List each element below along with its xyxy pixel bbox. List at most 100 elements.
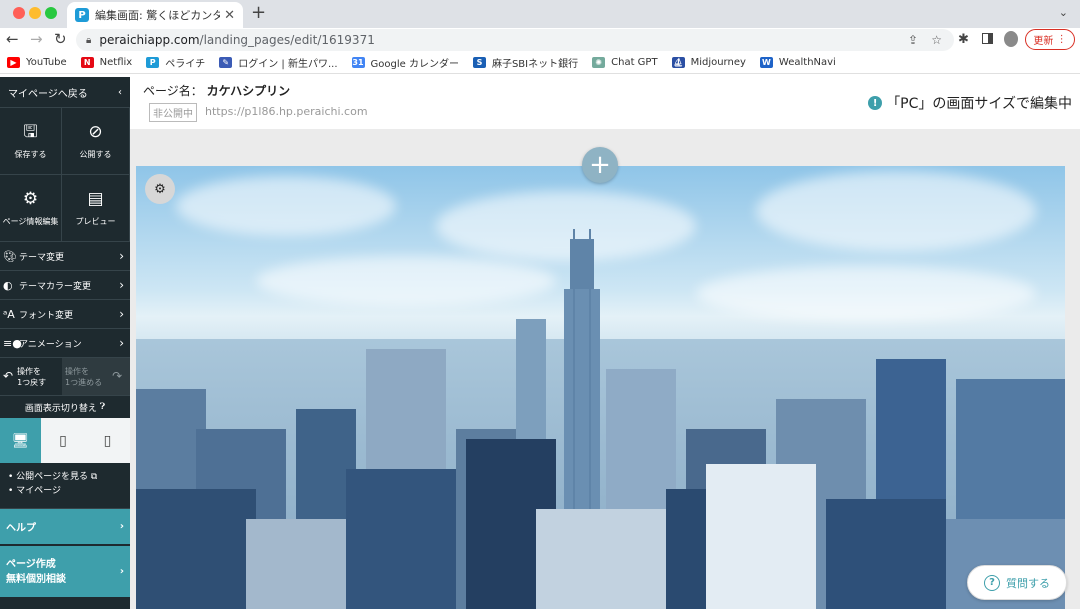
new-tab-button[interactable]: + [251,4,266,22]
help-question-icon[interactable]: ❓︎ [100,402,105,412]
palette-icon: 🎨︎ [3,249,17,263]
ask-question-label: 質問する [1006,576,1050,590]
help-button[interactable]: ヘルプ › [0,509,130,546]
smartphone-view-button[interactable]: ▯ [85,418,130,463]
back-button[interactable]: ← [6,30,19,48]
page-name: ページ名： カケハシプリン [143,82,290,99]
browser-tab[interactable]: P 編集画面: 驚くほどカンタン！無料 ✕ [67,2,243,28]
undo-label-2: 1つ戻す [17,377,47,387]
preview-button[interactable]: ▤ プレビュー [62,175,130,242]
display-switch-label: 画面表示切り替え [24,403,97,414]
bookmark-label: YouTube [26,57,67,68]
update-button[interactable]: 更新 ⋮ [1025,29,1075,50]
bank-icon: S [472,57,486,68]
address-toolbar: ← → ↻ 🔒︎ peraichiapp.com/landing_pages/e… [0,28,1080,52]
bookmark-item[interactable]: ✺ Chat GPT [592,57,658,68]
redo-button[interactable]: 操作を 1つ進める ↷ [62,358,130,395]
theme-color-change-item[interactable]: ◐ テーマカラー変更 › [0,271,130,300]
display-switch-title: 画面表示切り替え ❓︎ [0,396,130,418]
bookmark-star-icon[interactable]: ☆ [931,33,942,47]
page-info-edit-button[interactable]: ⚙ ページ情報編集 [0,175,62,242]
side-panel-icon[interactable] [982,33,993,44]
bookmark-item[interactable]: ✎ ログイン | 新生パワ... [219,55,338,70]
save-button[interactable]: 🖫 保存する [0,108,62,175]
ask-question-button[interactable]: ? 質問する [967,565,1067,600]
bookmark-label: Netflix [99,57,133,68]
chatgpt-icon: ✺ [592,57,606,68]
url-host: peraichiapp.com [99,33,200,47]
publish-icon: ⊘ [88,121,103,142]
editor-sidebar: マイページへ戻る ‹ 🖫 保存する ⊘ 公開する ⚙ ページ情報編集 ▤ プレビ… [0,77,130,609]
lock-icon: 🔒︎ [86,34,92,46]
pc-view-button[interactable]: 🖥︎ [0,418,41,463]
tab-title: 編集画面: 驚くほどカンタン！無料 [95,9,221,22]
extensions-icon[interactable]: ✱ [958,32,969,47]
block-settings-button[interactable]: ⚙ [145,174,175,204]
page-info-edit-label: ページ情報編集 [2,216,59,226]
animation-label: アニメーション [19,339,82,350]
help-label: ヘルプ [6,523,36,534]
tab-search-chevron-icon[interactable]: ⌄ [1059,6,1068,19]
consultation-button[interactable]: ページ作成無料個別相談 › [0,546,130,597]
consult-label-2: 無料個別相談 [6,573,66,585]
bookmark-item[interactable]: ⛵︎ Midjourney [671,57,746,68]
chevron-right-icon: › [119,336,124,350]
bookmark-item[interactable]: S 麻子SBIネット銀行 [472,55,579,70]
minimize-window-button[interactable] [29,7,41,19]
animation-item[interactable]: ≡● アニメーション › [0,329,130,358]
theme-change-item[interactable]: 🎨︎ テーマ変更 › [0,242,130,271]
chevron-left-icon: ‹ [118,86,122,98]
undo-icon: ↶ [3,369,14,383]
publish-button[interactable]: ⊘ 公開する [62,108,130,175]
url-path: /landing_pages/edit/1619371 [199,33,375,47]
consult-label-1: ページ作成 [6,558,56,570]
redo-icon: ↷ [112,369,123,383]
bookmark-label: Chat GPT [611,57,658,68]
share-icon[interactable]: ⇪ [908,33,918,47]
animation-icon: ≡● [3,336,22,350]
view-public-page-link[interactable]: • 公開ページを見る ⧉ [8,470,122,484]
page-name-value: カケハシプリン [206,84,291,98]
tablet-view-button[interactable]: ▯ [41,418,85,463]
save-label: 保存する [14,149,47,159]
chevron-right-icon: › [119,249,124,263]
mypage-label: マイページ [16,486,61,496]
bookmark-label: Google カレンダー [370,59,459,70]
reload-button[interactable]: ↻ [54,30,67,48]
bookmark-item[interactable]: ▶ YouTube [7,57,67,68]
bookmark-label: 麻子SBIネット銀行 [491,59,579,70]
hero-image[interactable] [136,166,1065,609]
add-section-button[interactable]: + [582,147,618,183]
bookmark-item[interactable]: W WealthNavi [759,57,836,68]
url-input[interactable]: 🔒︎ peraichiapp.com/landing_pages/edit/16… [76,29,954,51]
back-to-mypage-button[interactable]: マイページへ戻る ‹ [0,77,130,108]
close-window-button[interactable] [13,7,25,19]
calendar-icon: 31 [351,57,365,68]
tablet-icon: ▯ [59,432,67,449]
font-change-item[interactable]: ᵃA フォント変更 › [0,300,130,329]
undo-label-1: 操作を [17,366,42,376]
page-url[interactable]: https://p1l86.hp.peraichi.com [205,105,368,118]
chevron-right-icon: › [119,566,124,577]
chevron-right-icon: › [119,307,124,321]
view-public-page-label: 公開ページを見る [16,472,88,482]
bookmark-label: WealthNavi [778,57,836,68]
close-tab-icon[interactable]: ✕ [224,8,235,23]
gear-icon: ⚙ [22,188,39,209]
chevron-right-icon: › [119,278,124,292]
editor-canvas: ページ名： カケハシプリン 非公開中 https://p1l86.hp.pera… [130,77,1080,609]
bookmark-item[interactable]: P ペライチ [146,55,205,70]
zoom-window-button[interactable] [45,7,57,19]
gear-icon: ⚙ [154,181,166,197]
mypage-link[interactable]: • マイページ [8,484,122,498]
undo-button[interactable]: ↶ 操作を 1つ戻す [0,358,62,395]
netflix-icon: N [80,57,94,68]
bookmark-item[interactable]: 31 Google カレンダー [351,55,459,70]
edit-mode-indicator: ! 「PC」の画面サイズで編集中 [868,93,1072,113]
profile-avatar[interactable] [1004,31,1018,47]
publish-label: 公開する [79,149,112,159]
smartphone-icon: ▯ [103,432,112,449]
forward-button[interactable]: → [30,30,43,48]
status-badge: 非公開中 [149,103,197,122]
bookmark-item[interactable]: N Netflix [80,57,133,68]
